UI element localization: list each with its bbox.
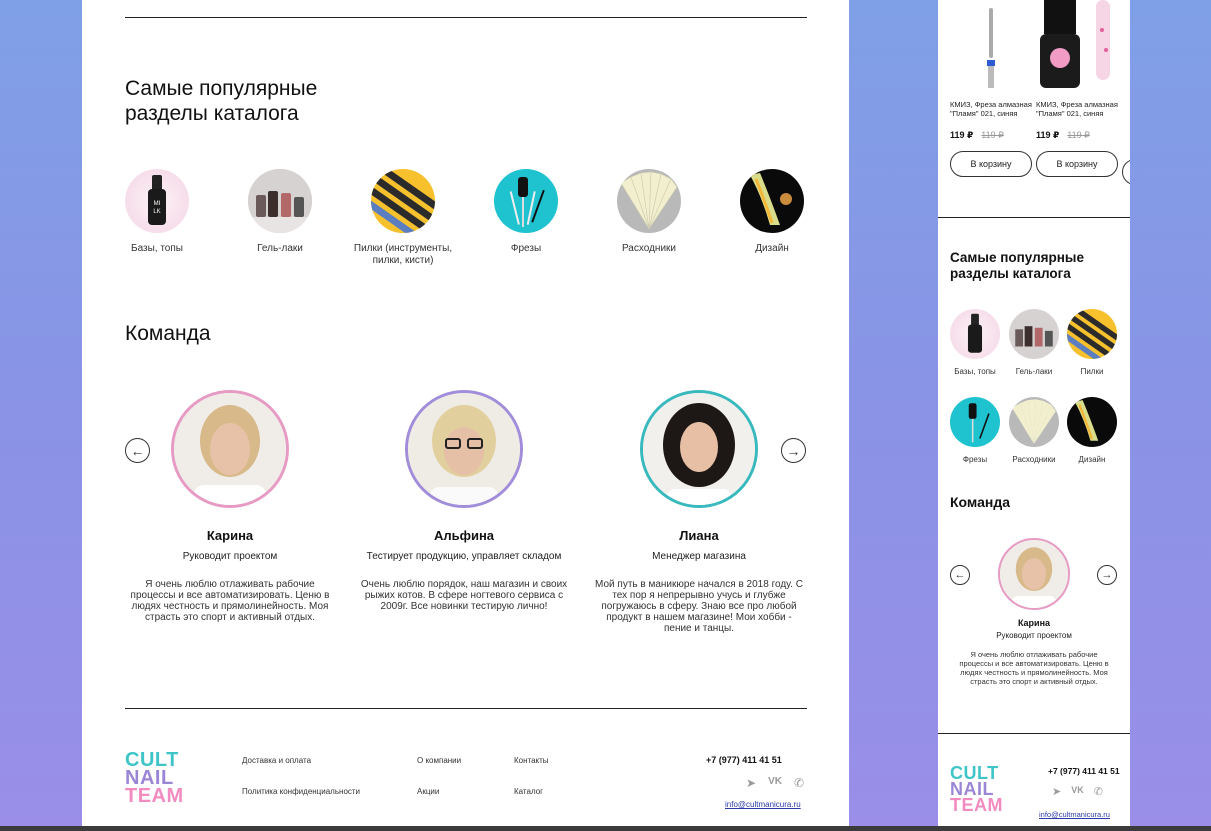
drill-bits-icon [494, 169, 558, 233]
footer-email[interactable]: info@cultmanicura.ru [1039, 810, 1110, 819]
add-to-cart-button[interactable]: В корзину [950, 151, 1032, 177]
svg-text:LK: LK [153, 209, 160, 215]
drill-bits-icon [950, 397, 1000, 447]
whatsapp-icon[interactable]: ✆ [794, 776, 804, 790]
team-member-alfina: Альфина Тестирует продукцию, управляет с… [354, 390, 574, 612]
footer-link-catalog[interactable]: Каталог [514, 787, 543, 796]
product-card: КМИЗ, Фреза алмазная "Пламя" 021, синяя … [950, 0, 1034, 177]
telegram-icon[interactable]: ➤ [746, 776, 756, 790]
footer-phone[interactable]: +7 (977) 411 41 51 [706, 755, 782, 765]
nail-polish-icon [1009, 309, 1059, 359]
category-drill-bits[interactable]: Фрезы [945, 397, 1005, 464]
mobile-divider [938, 217, 1130, 218]
social-links: ➤ VK ✆ [1052, 785, 1103, 798]
category-files[interactable]: Пилки [1062, 309, 1122, 376]
footer-link-contacts[interactable]: Контакты [514, 756, 549, 765]
category-design[interactable]: Дизайн [1062, 397, 1122, 464]
nail-tips-icon [617, 169, 681, 233]
category-list: MI LK Базы, топы Гель-лаки Пилки (инструм… [125, 169, 807, 279]
add-to-cart-button[interactable] [1122, 159, 1130, 185]
footer-email[interactable]: info@cultmanicura.ru [725, 800, 801, 809]
logo[interactable]: CULT NAIL TEAM [125, 750, 184, 806]
team-title: Команда [125, 322, 211, 345]
popular-sections-title: Самые популярные разделы каталога [125, 77, 318, 125]
team-member-karina: Карина Руководит проектом Я очень люблю … [958, 538, 1110, 686]
footer-link-privacy[interactable]: Политика конфиденциальности [242, 787, 360, 796]
avatar [171, 390, 289, 508]
gel-bottle-icon: MI LK [125, 169, 189, 233]
logo[interactable]: CULT NAIL TEAM [950, 764, 1003, 815]
divider-top [125, 17, 807, 18]
avatar [998, 538, 1070, 610]
nail-polish-icon [248, 169, 312, 233]
mobile-divider-footer [938, 733, 1130, 734]
category-consumables[interactable]: Расходники [589, 169, 709, 255]
team-member-karina: Карина Руководит проектом Я очень люблю … [120, 390, 340, 623]
telegram-icon[interactable]: ➤ [1052, 785, 1061, 798]
nail-design-icon [1067, 397, 1117, 447]
category-consumables[interactable]: Расходники [1004, 397, 1064, 464]
nail-files-icon [371, 169, 435, 233]
nail-design-icon [740, 169, 804, 233]
social-links: ➤ VK ✆ [746, 776, 804, 790]
category-gel-polish[interactable]: Гель-лаки [1004, 309, 1064, 376]
mobile-page: КМИЗ, Фреза алмазная "Пламя" 021, синяя … [938, 0, 1130, 826]
category-bases[interactable]: Базы, топы [945, 309, 1005, 376]
divider-footer [125, 708, 807, 709]
nail-tips-icon [1009, 397, 1059, 447]
team-title: Команда [950, 494, 1010, 510]
add-to-cart-button[interactable]: В корзину [1036, 151, 1118, 177]
team-member-liana: Лиана Менеджер магазина Мой путь в маник… [589, 390, 809, 634]
vk-icon[interactable]: VK [768, 776, 782, 790]
product-card: КМИЗ, Фреза алмазная "Пламя" 021, синяя … [1036, 0, 1120, 177]
bottom-strip [0, 826, 1211, 831]
whatsapp-icon[interactable]: ✆ [1094, 785, 1103, 798]
product-card-partial [1122, 0, 1130, 185]
popular-sections-title: Самые популярные разделы каталога [950, 250, 1084, 281]
vk-icon[interactable]: VK [1071, 785, 1084, 798]
product-image[interactable] [1036, 0, 1120, 92]
svg-text:MI: MI [154, 201, 161, 207]
product-image[interactable] [950, 0, 1034, 92]
category-gel-polish[interactable]: Гель-лаки [220, 169, 340, 255]
category-bases[interactable]: MI LK Базы, топы [97, 169, 217, 255]
category-files[interactable]: Пилки (инструменты, пилки, кисти) [343, 169, 463, 267]
desktop-page: Самые популярные разделы каталога MI LK Б… [82, 0, 849, 826]
avatar [640, 390, 758, 508]
footer-link-about[interactable]: О компании [417, 756, 461, 765]
category-design[interactable]: Дизайн [712, 169, 832, 255]
category-drill-bits[interactable]: Фрезы [466, 169, 586, 255]
footer-phone[interactable]: +7 (977) 411 41 51 [1048, 766, 1120, 776]
footer-link-delivery[interactable]: Доставка и оплата [242, 756, 311, 765]
nail-files-icon [1067, 309, 1117, 359]
gel-bottle-icon [950, 309, 1000, 359]
footer-link-promos[interactable]: Акции [417, 787, 439, 796]
avatar [405, 390, 523, 508]
